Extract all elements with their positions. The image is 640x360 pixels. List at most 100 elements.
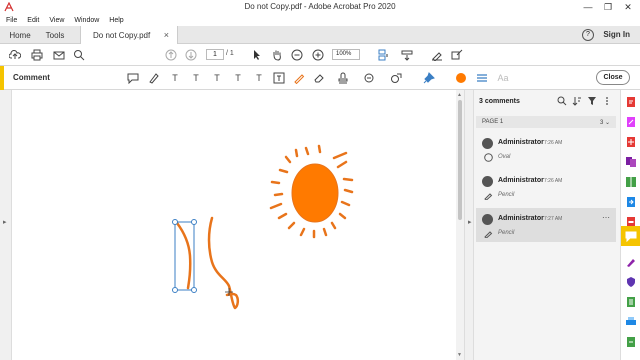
sticky-note-icon[interactable]	[126, 71, 140, 85]
scroll-thumb[interactable]	[458, 100, 462, 220]
shapes-icon[interactable]	[389, 71, 403, 85]
help-icon[interactable]: ?	[582, 29, 594, 41]
hand-tool-icon[interactable]	[270, 48, 284, 62]
window-title: Do not Copy.pdf - Adobe Acrobat Pro 2020	[244, 2, 396, 11]
more-options-icon[interactable]	[599, 95, 614, 107]
protect-icon[interactable]	[625, 276, 637, 288]
vertical-scrollbar[interactable]: ▲ ▼	[456, 90, 464, 360]
print-production-icon[interactable]	[625, 296, 637, 308]
edit-pdf-icon[interactable]	[625, 116, 637, 128]
export-icon[interactable]	[625, 196, 637, 208]
expand-left-icon: ▸	[3, 219, 7, 226]
maximize-button[interactable]: ❐	[598, 0, 618, 14]
menu-help[interactable]: Help	[109, 17, 123, 24]
sign-icon[interactable]	[430, 48, 444, 62]
comment-time: 7:27 AM	[544, 216, 563, 222]
highlight-icon[interactable]	[147, 71, 161, 85]
tab-home[interactable]: Home	[0, 26, 40, 44]
zoom-out-icon[interactable]	[290, 48, 304, 62]
tab-close-icon[interactable]: ×	[164, 30, 169, 40]
stamp-icon[interactable]	[336, 71, 350, 85]
page-group-header[interactable]: PAGE 1 3 ⌄	[476, 116, 616, 128]
page-drawing	[172, 144, 354, 310]
search-comments-icon[interactable]	[554, 95, 569, 107]
upload-cloud-icon[interactable]	[8, 48, 22, 62]
strikethrough-icon[interactable]: T	[189, 71, 203, 85]
print-icon-rail[interactable]	[625, 316, 637, 328]
menu-edit[interactable]: Edit	[27, 17, 39, 24]
panel-splitter[interactable]: ▸	[464, 90, 474, 360]
comment-item[interactable]: Administrator 7:26 AM Oval	[476, 132, 616, 166]
previous-page-icon[interactable]	[164, 48, 178, 62]
page-display-icon[interactable]	[376, 48, 390, 62]
search-icon[interactable]	[72, 48, 86, 62]
comment-accent-bar	[0, 66, 4, 90]
add-text-icon[interactable]: T	[252, 71, 266, 85]
text-style-icon[interactable]: Aa	[496, 71, 510, 85]
avatar	[482, 138, 493, 149]
comment-author: Administrator	[498, 139, 544, 146]
menu-view[interactable]: View	[49, 17, 64, 24]
tab-tools[interactable]: Tools	[40, 26, 70, 44]
next-page-icon[interactable]	[184, 48, 198, 62]
email-icon[interactable]	[52, 48, 66, 62]
window-controls: — ❐ ✕	[578, 0, 638, 14]
avatar	[482, 176, 493, 187]
eraser-icon[interactable]	[312, 71, 326, 85]
page-number-input[interactable]: 1	[206, 49, 224, 60]
comment-author: Administrator	[498, 215, 544, 222]
pdf-export-icon[interactable]	[625, 96, 637, 108]
minimize-button[interactable]: —	[578, 0, 598, 14]
comment-item[interactable]: Administrator 7:26 AM Pencil	[476, 170, 616, 204]
insert-text-icon[interactable]: T	[231, 71, 245, 85]
tab-document[interactable]: Do not Copy.pdf ×	[80, 26, 178, 44]
sort-icon[interactable]	[569, 95, 584, 107]
fill-sign-icon[interactable]	[625, 256, 637, 268]
redact-icon[interactable]	[450, 48, 464, 62]
combine-icon[interactable]	[625, 156, 637, 168]
scroll-mode-icon[interactable]	[400, 48, 414, 62]
tools-rail	[620, 90, 640, 360]
more-tools-icon[interactable]	[625, 336, 637, 348]
comment-time: 7:26 AM	[544, 178, 563, 184]
comment-item-selected[interactable]: Administrator 7:27 AM ⋯ Pencil	[476, 208, 616, 242]
tab-document-label: Do not Copy.pdf	[93, 30, 151, 40]
avatar	[482, 214, 493, 225]
create-pdf-icon[interactable]	[625, 136, 637, 148]
comment-author: Administrator	[498, 177, 544, 184]
menu-bar: File Edit View Window Help	[0, 14, 640, 26]
comment-icon[interactable]	[621, 226, 640, 246]
organize-icon[interactable]	[625, 176, 637, 188]
line-width-icon[interactable]	[475, 71, 489, 85]
zoom-level-select[interactable]: 100%	[332, 49, 360, 60]
filter-icon[interactable]	[584, 95, 599, 107]
title-bar: Do not Copy.pdf - Adobe Acrobat Pro 2020…	[0, 0, 640, 14]
close-comment-button[interactable]: Close	[596, 70, 630, 85]
text-box-icon[interactable]	[272, 71, 286, 85]
comment-count: 3 comments	[479, 98, 520, 105]
page-group-label: PAGE 1	[482, 119, 504, 125]
close-window-button[interactable]: ✕	[618, 0, 638, 14]
page-group-count: 3 ⌄	[599, 120, 610, 126]
underline-text-icon[interactable]: T	[168, 71, 182, 85]
menu-file[interactable]: File	[6, 17, 17, 24]
pin-icon[interactable]	[422, 71, 436, 85]
sign-in-button[interactable]: Sign In	[603, 30, 630, 39]
left-panel-toggle[interactable]: ▸	[0, 90, 12, 360]
color-picker-icon[interactable]	[454, 71, 468, 85]
print-icon[interactable]	[30, 48, 44, 62]
document-canvas[interactable]	[0, 90, 464, 360]
attach-file-icon[interactable]	[362, 71, 376, 85]
sun-oval-annotation[interactable]	[291, 163, 339, 223]
pencil-draw-icon[interactable]	[292, 71, 306, 85]
menu-window[interactable]: Window	[74, 17, 99, 24]
collapse-panel-icon: ▸	[468, 219, 472, 226]
scroll-up-icon[interactable]: ▲	[457, 92, 462, 98]
scroll-down-icon[interactable]: ▼	[457, 352, 462, 358]
zoom-in-icon[interactable]	[311, 48, 325, 62]
comments-panel: 3 comments PAGE 1 3 ⌄ Administrator 7:26…	[474, 90, 620, 360]
comment-more-icon[interactable]: ⋯	[602, 213, 610, 222]
select-cursor-icon[interactable]	[250, 48, 264, 62]
replace-text-icon[interactable]: T	[210, 71, 224, 85]
annotation-selection-box[interactable]	[172, 219, 197, 293]
